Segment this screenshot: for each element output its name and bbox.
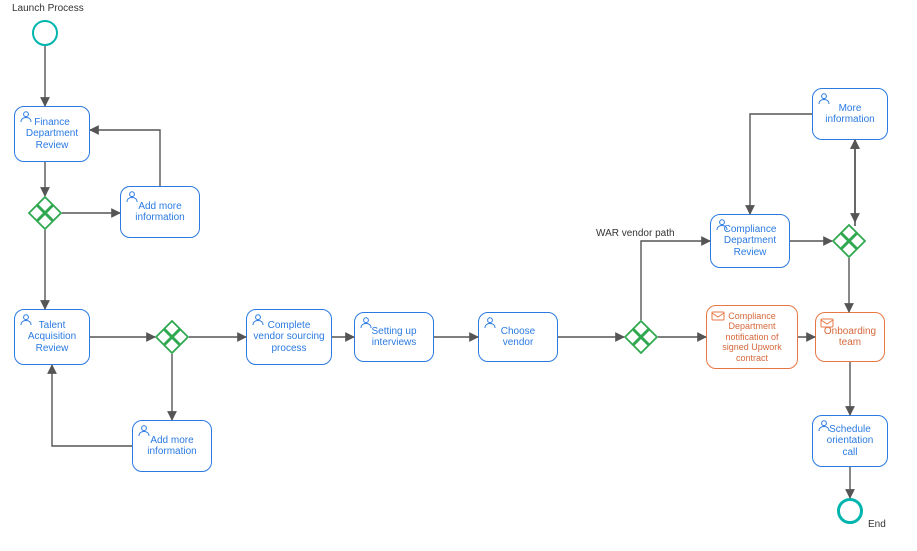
task-interviews[interactable]: Setting up interviews — [354, 312, 434, 362]
task-more-info[interactable]: More information — [812, 88, 888, 140]
user-icon — [817, 420, 831, 432]
user-icon — [137, 425, 151, 437]
user-icon — [125, 191, 139, 203]
task-add-info-1[interactable]: Add more information — [120, 186, 200, 238]
start-event[interactable] — [32, 20, 58, 46]
user-icon — [19, 111, 33, 123]
task-compliance-review[interactable]: Compliance Department Review — [710, 214, 790, 268]
task-orientation[interactable]: Schedule orientation call — [812, 415, 888, 467]
user-icon — [251, 314, 265, 326]
task-label: Add more information — [127, 201, 193, 224]
mail-icon — [711, 310, 725, 322]
task-compliance-notify[interactable]: Compliance Department notification of si… — [706, 305, 798, 369]
task-label: Add more information — [139, 435, 205, 458]
task-onboarding[interactable]: Onboarding team — [815, 312, 885, 362]
user-icon — [359, 317, 373, 329]
mail-icon — [820, 317, 834, 329]
task-vendor-sourcing[interactable]: Complete vendor sourcing process — [246, 309, 332, 365]
task-finance-review[interactable]: Finance Department Review — [14, 106, 90, 162]
task-label: More information — [819, 103, 881, 126]
flow-label-war: WAR vendor path — [596, 228, 675, 239]
user-icon — [715, 219, 729, 231]
task-add-info-2[interactable]: Add more information — [132, 420, 212, 472]
user-icon — [19, 314, 33, 326]
gateway-4[interactable] — [832, 224, 866, 258]
task-choose-vendor[interactable]: Choose vendor — [478, 312, 558, 362]
gateway-3[interactable] — [624, 320, 658, 354]
end-label: End — [868, 519, 886, 530]
end-event[interactable] — [837, 498, 863, 524]
start-label: Launch Process — [12, 3, 84, 14]
gateway-2[interactable] — [155, 320, 189, 354]
task-talent-review[interactable]: Talent Acquisition Review — [14, 309, 90, 365]
user-icon — [483, 317, 497, 329]
user-icon — [817, 93, 831, 105]
gateway-1[interactable] — [28, 196, 62, 230]
bpmn-canvas: Launch Process Finance Department Review… — [0, 0, 917, 551]
